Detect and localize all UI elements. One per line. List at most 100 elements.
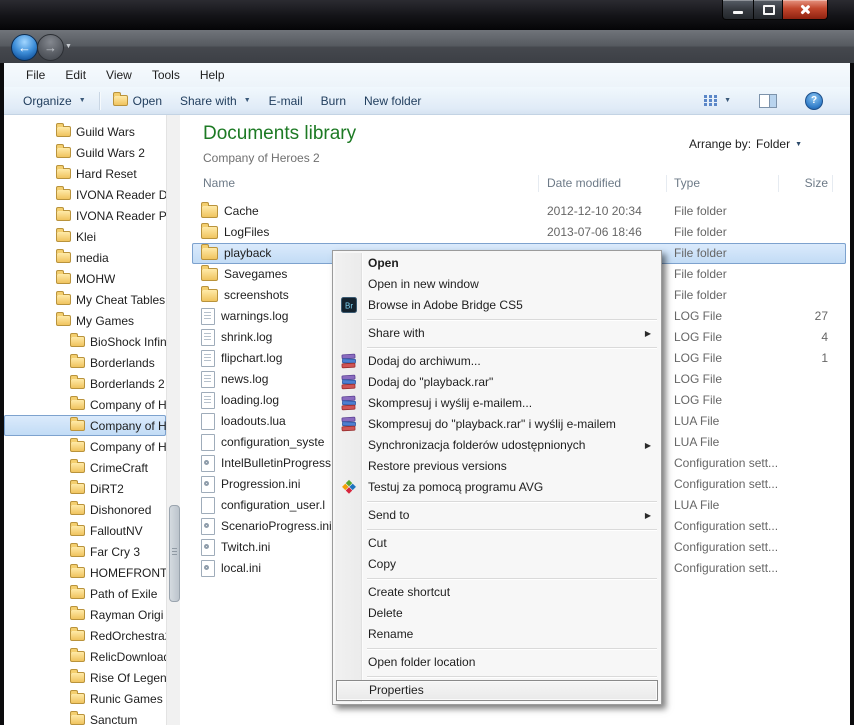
- file-name-label: IntelBulletinProgress: [221, 453, 331, 474]
- sidebar-item-label: Klei: [76, 230, 96, 244]
- arrange-by-value[interactable]: Folder: [756, 137, 790, 151]
- file-name-label: Savegames: [224, 264, 287, 285]
- file-row[interactable]: Cache2012-12-10 20:34File folder: [180, 201, 850, 222]
- menu-item-dodaj-do-archiwum[interactable]: Dodaj do archiwum...: [335, 351, 659, 372]
- file-name-cell: news.log: [201, 369, 268, 390]
- toolbar-right-group: ▼ ?: [695, 90, 832, 112]
- sidebar-item[interactable]: My Cheat Tables: [4, 289, 166, 310]
- share-with-button[interactable]: Share with ▼: [171, 90, 260, 112]
- menu-item-skompresuj-do-playback-rar-i-wy-lij-e-mailem[interactable]: Skompresuj do "playback.rar" i wyślij e-…: [335, 414, 659, 435]
- sidebar-item[interactable]: FalloutNV: [4, 520, 166, 541]
- menu-item-browse-in-adobe-bridge-cs5[interactable]: BrBrowse in Adobe Bridge CS5: [335, 295, 659, 316]
- file-row[interactable]: LogFiles2013-07-06 18:46File folder: [180, 222, 850, 243]
- column-header-name[interactable]: Name: [203, 176, 235, 190]
- folder-icon: [56, 294, 71, 305]
- menu-item-open-folder-location[interactable]: Open folder location: [335, 652, 659, 673]
- new-folder-button[interactable]: New folder: [355, 90, 430, 112]
- column-header-type[interactable]: Type: [674, 176, 700, 190]
- sidebar-item[interactable]: Hard Reset: [4, 163, 166, 184]
- menu-item-delete[interactable]: Delete: [335, 603, 659, 624]
- sidebar-item[interactable]: IVONA Reader D: [4, 184, 166, 205]
- sidebar-item[interactable]: Path of Exile: [4, 583, 166, 604]
- sidebar-item[interactable]: My Games: [4, 310, 166, 331]
- menu-item-testuj-za-pomoc-programu-avg[interactable]: Testuj za pomocą programu AVG: [335, 477, 659, 498]
- recent-pages-chevron-icon[interactable]: ▼: [65, 43, 72, 50]
- change-view-button[interactable]: ▼: [695, 90, 740, 112]
- sidebar-item[interactable]: Rayman Origi: [4, 604, 166, 625]
- sidebar-item[interactable]: Klei: [4, 226, 166, 247]
- sidebar-item[interactable]: MOHW: [4, 268, 166, 289]
- titlebar[interactable]: [0, 0, 854, 30]
- sidebar-item[interactable]: Borderlands 2: [4, 373, 166, 394]
- menu-item-create-shortcut[interactable]: Create shortcut: [335, 582, 659, 603]
- menubar-item-view[interactable]: View: [96, 63, 142, 87]
- help-button[interactable]: ?: [796, 90, 832, 112]
- menu-item-cut[interactable]: Cut: [335, 533, 659, 554]
- menu-item-rename[interactable]: Rename: [335, 624, 659, 645]
- menu-item-synchronizacja-folder-w-udost-pnionych[interactable]: Synchronizacja folderów udostępnionych▶: [335, 435, 659, 456]
- file-name-cell: Progression.ini: [201, 474, 300, 495]
- sidebar-item-label: Rayman Origi: [90, 608, 163, 622]
- sidebar-item[interactable]: CrimeCraft: [4, 457, 166, 478]
- menu-item-label: Dodaj do "playback.rar": [368, 375, 493, 389]
- file-name-cell: shrink.log: [201, 327, 272, 348]
- back-button[interactable]: ←: [11, 34, 38, 61]
- sidebar-item[interactable]: HOMEFRONT: [4, 562, 166, 583]
- toolbar-separator: [99, 92, 100, 110]
- sidebar-item[interactable]: Company of H: [4, 394, 166, 415]
- open-folder-icon: [113, 95, 128, 106]
- sidebar-item[interactable]: Company of H: [4, 436, 166, 457]
- email-button[interactable]: E-mail: [260, 90, 312, 112]
- organize-button[interactable]: Organize ▼: [14, 90, 95, 112]
- forward-button[interactable]: →: [37, 34, 64, 61]
- column-divider[interactable]: [832, 175, 833, 192]
- menu-item-send-to[interactable]: Send to▶: [335, 505, 659, 526]
- file-file-icon: [201, 413, 215, 430]
- menubar-item-help[interactable]: Help: [190, 63, 235, 87]
- sidebar-item[interactable]: Dishonored: [4, 499, 166, 520]
- sidebar-item[interactable]: Far Cry 3: [4, 541, 166, 562]
- sidebar-item[interactable]: Borderlands: [4, 352, 166, 373]
- maximize-button[interactable]: [754, 0, 782, 20]
- sidebar-item[interactable]: Company of H: [4, 415, 166, 436]
- menubar-item-tools[interactable]: Tools: [142, 63, 190, 87]
- menu-item-copy[interactable]: Copy: [335, 554, 659, 575]
- preview-pane-button[interactable]: [750, 90, 786, 112]
- menu-item-skompresuj-i-wy-lij-e-mailem[interactable]: Skompresuj i wyślij e-mailem...: [335, 393, 659, 414]
- sidebar-item[interactable]: Guild Wars 2: [4, 142, 166, 163]
- sidebar-item[interactable]: DiRT2: [4, 478, 166, 499]
- minimize-button[interactable]: [722, 0, 754, 20]
- file-type-cell: File folder: [674, 243, 727, 264]
- arrange-by-control[interactable]: Arrange by: Folder ▼: [689, 137, 802, 151]
- menu-item-properties[interactable]: Properties: [336, 680, 658, 701]
- column-divider[interactable]: [666, 175, 667, 192]
- menu-item-restore-previous-versions[interactable]: Restore previous versions: [335, 456, 659, 477]
- sidebar-item[interactable]: RedOrchestra2: [4, 625, 166, 646]
- menu-item-open-in-new-window[interactable]: Open in new window: [335, 274, 659, 295]
- sidebar-scrollbar[interactable]: [166, 115, 181, 725]
- column-header-size[interactable]: Size: [766, 176, 828, 190]
- close-button[interactable]: [782, 0, 828, 20]
- ini-file-icon: [201, 455, 215, 472]
- menu-item-share-with[interactable]: Share with▶: [335, 323, 659, 344]
- menubar-item-file[interactable]: File: [16, 63, 55, 87]
- sidebar-item[interactable]: Runic Games: [4, 688, 166, 709]
- sidebar-item[interactable]: Rise Of Legend: [4, 667, 166, 688]
- column-divider[interactable]: [778, 175, 779, 192]
- scrollbar-thumb[interactable]: [169, 505, 180, 602]
- sidebar-item[interactable]: media: [4, 247, 166, 268]
- burn-button[interactable]: Burn: [312, 90, 355, 112]
- sidebar-item[interactable]: IVONA Reader P: [4, 205, 166, 226]
- sidebar-item[interactable]: Guild Wars: [4, 121, 166, 142]
- sidebar-item[interactable]: Sanctum: [4, 709, 166, 725]
- menu-item-dodaj-do-playback-rar[interactable]: Dodaj do "playback.rar": [335, 372, 659, 393]
- sidebar-item-label: Dishonored: [90, 503, 151, 517]
- column-header-date-modified[interactable]: Date modified: [547, 176, 621, 190]
- menu-item-open[interactable]: Open: [335, 253, 659, 274]
- sidebar-item[interactable]: RelicDownload: [4, 646, 166, 667]
- column-divider[interactable]: [538, 175, 539, 192]
- menubar-item-edit[interactable]: Edit: [55, 63, 96, 87]
- open-button[interactable]: Open: [104, 90, 171, 112]
- file-name-cell: Twitch.ini: [201, 537, 270, 558]
- sidebar-item[interactable]: BioShock Infin: [4, 331, 166, 352]
